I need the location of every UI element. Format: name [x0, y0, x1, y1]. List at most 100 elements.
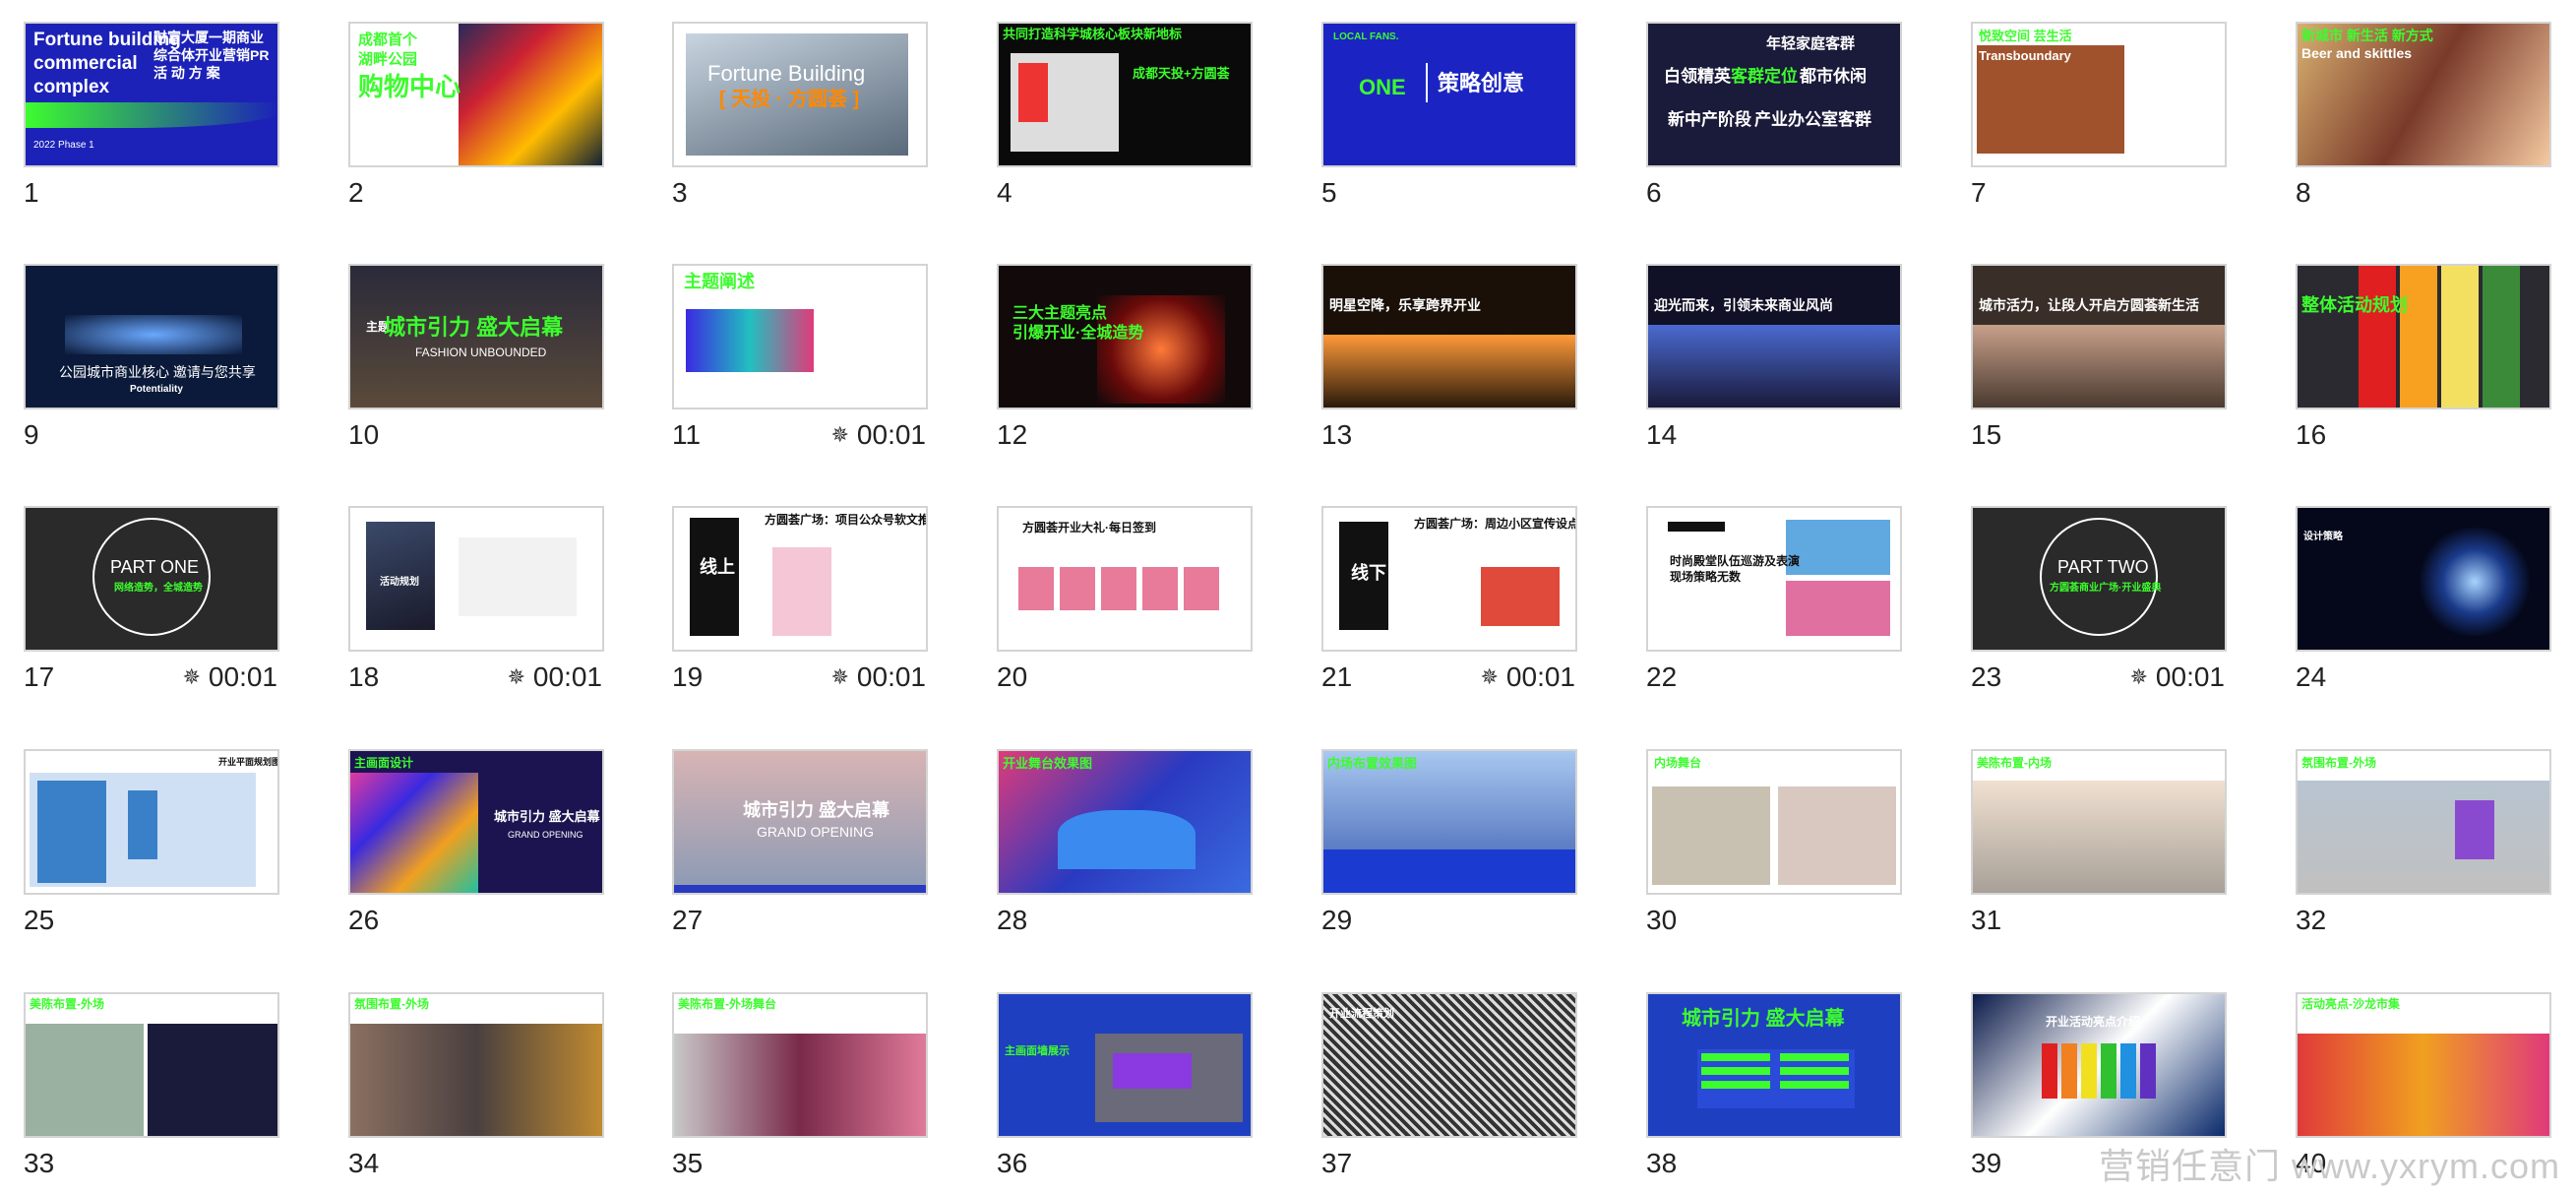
- slide-thumbnail-24[interactable]: 设计策略 24: [2296, 506, 2551, 692]
- slide-preview[interactable]: 明星空降，乐享跨界开业: [1321, 264, 1577, 409]
- slide-thumbnail-10[interactable]: 主题 城市引力 盛大启幕 FASHION UNBOUNDED 10: [348, 264, 604, 450]
- slide-thumbnail-4[interactable]: 共同打造科学城核心板块新地标 成都天投+方圆荟 4: [997, 22, 1253, 208]
- slide-thumbnail-19[interactable]: 方圆荟广场：项目公众号软文推广 线上 19 ✵ 00:01: [672, 506, 928, 692]
- slide-thumbnail-31[interactable]: 美陈布置-内场 31: [1971, 749, 2227, 935]
- transition-timing[interactable]: ✵ 00:01: [1480, 661, 1575, 693]
- slide-thumbnail-26[interactable]: 主画面设计 城市引力 盛大启幕 GRAND OPENING 26: [348, 749, 604, 935]
- slide-thumbnail-30[interactable]: 内场舞台 30: [1646, 749, 1902, 935]
- slide-preview[interactable]: PART TWO 方圆荟商业广场·开业盛典: [1971, 506, 2227, 652]
- slide-thumbnail-1[interactable]: Fortune building commercial complex 财富大厦一期商…: [24, 22, 279, 208]
- slide-preview[interactable]: 美陈布置-外场: [24, 992, 279, 1138]
- transition-timing[interactable]: ✵ 00:01: [830, 661, 926, 693]
- slide-preview[interactable]: 开业活动亮点介绍: [1971, 992, 2227, 1138]
- slide-number: 24: [2296, 661, 2327, 692]
- slide-thumbnail-32[interactable]: 氛围布置-外场 32: [2296, 749, 2551, 935]
- slide-thumbnail-15[interactable]: 城市活力，让段人开启方圆荟新生活 15: [1971, 264, 2227, 450]
- slide-thumbnail-14[interactable]: 迎光而来，引领未来商业风尚 14: [1646, 264, 1902, 450]
- transition-timing[interactable]: ✵ 00:01: [830, 419, 926, 451]
- animation-star-icon[interactable]: ✵: [2129, 664, 2147, 690]
- slide-thumbnail-9[interactable]: 公园城市商业核心 邀请与您共享 Potentiality 9: [24, 264, 279, 450]
- slide-text: 城市活力，让段人开启方圆荟新生活: [1979, 297, 2199, 313]
- slide-thumbnail-40[interactable]: 活动亮点-沙龙市集 40: [2296, 992, 2551, 1178]
- animation-star-icon[interactable]: ✵: [507, 664, 524, 690]
- slide-preview[interactable]: 氛围布置-外场: [2296, 749, 2551, 895]
- slide-preview[interactable]: LOCAL FANS. ONE 策略创意: [1321, 22, 1577, 167]
- slide-thumbnail-37[interactable]: 开业流程策划 37: [1321, 992, 1577, 1178]
- slide-thumbnail-16[interactable]: 整体活动规划 16: [2296, 264, 2551, 450]
- slide-preview[interactable]: 内场舞台: [1646, 749, 1902, 895]
- slide-preview[interactable]: 主画面墙展示: [997, 992, 1253, 1138]
- slide-preview[interactable]: 城市活力，让段人开启方圆荟新生活: [1971, 264, 2227, 409]
- slide-thumbnail-33[interactable]: 美陈布置-外场 33: [24, 992, 279, 1178]
- slide-thumbnail-36[interactable]: 主画面墙展示 36: [997, 992, 1253, 1178]
- slide-preview[interactable]: 活动规划: [348, 506, 604, 652]
- slide-graphic: [1780, 1053, 1849, 1061]
- slide-preview[interactable]: 整体活动规划: [2296, 264, 2551, 409]
- animation-star-icon[interactable]: ✵: [1480, 664, 1498, 690]
- slide-thumbnail-18[interactable]: 活动规划 18 ✵ 00:01: [348, 506, 604, 692]
- slide-thumbnail-22[interactable]: 时尚殿堂队伍巡游及表演 现场策略无数 22: [1646, 506, 1902, 692]
- slide-preview[interactable]: 活动亮点-沙龙市集: [2296, 992, 2551, 1138]
- slide-thumbnail-34[interactable]: 氛围布置-外场 34: [348, 992, 604, 1178]
- slide-number: 18: [348, 661, 380, 692]
- slide-thumbnail-38[interactable]: 城市引力 盛大启幕 38: [1646, 992, 1902, 1178]
- slide-preview[interactable]: 城市引力 盛大启幕: [1646, 992, 1902, 1138]
- slide-preview[interactable]: 主画面设计 城市引力 盛大启幕 GRAND OPENING: [348, 749, 604, 895]
- transition-timing[interactable]: ✵ 00:01: [507, 661, 602, 693]
- slide-graphic: [686, 309, 814, 372]
- slide-thumbnail-8[interactable]: 新城市 新生活 新方式 Beer and skittles 8: [2296, 22, 2551, 208]
- slide-thumbnail-39[interactable]: 开业活动亮点介绍 39: [1971, 992, 2227, 1178]
- slide-thumbnail-20[interactable]: 方圆荟开业大礼·每日签到 20: [997, 506, 1253, 692]
- slide-preview[interactable]: Fortune building commercial complex 财富大厦一期商…: [24, 22, 279, 167]
- slide-thumbnail-6[interactable]: 年轻家庭客群 白领精英 客群定位 都市休闲 新中产阶段 产业办公室客群 6: [1646, 22, 1902, 208]
- slide-preview[interactable]: 时尚殿堂队伍巡游及表演 现场策略无数: [1646, 506, 1902, 652]
- slide-preview[interactable]: 主题 城市引力 盛大启幕 FASHION UNBOUNDED: [348, 264, 604, 409]
- slide-preview[interactable]: 方圆荟广场：周边小区宣传设点 线下: [1321, 506, 1577, 652]
- slide-preview[interactable]: 方圆荟广场：项目公众号软文推广 线上: [672, 506, 928, 652]
- slide-preview[interactable]: 开业流程策划: [1321, 992, 1577, 1138]
- slide-graphic: [1058, 810, 1196, 869]
- slide-thumbnail-25[interactable]: 开业平面规划图 25: [24, 749, 279, 935]
- animation-star-icon[interactable]: ✵: [182, 664, 200, 690]
- slide-thumbnail-13[interactable]: 明星空降，乐享跨界开业 13: [1321, 264, 1577, 450]
- slide-preview[interactable]: 内场布置效果图: [1321, 749, 1577, 895]
- transition-timing[interactable]: ✵ 00:01: [182, 661, 277, 693]
- slide-preview[interactable]: 成都首个 湖畔公园 购物中心: [348, 22, 604, 167]
- slide-number: 8: [2296, 177, 2311, 208]
- slide-preview[interactable]: 美陈布置-外场舞台: [672, 992, 928, 1138]
- slide-preview[interactable]: 城市引力 盛大启幕 GRAND OPENING: [672, 749, 928, 895]
- slide-preview[interactable]: 三大主题亮点 引爆开业·全城造势: [997, 264, 1253, 409]
- slide-preview[interactable]: 开业舞台效果图: [997, 749, 1253, 895]
- animation-star-icon[interactable]: ✵: [830, 664, 848, 690]
- slide-thumbnail-35[interactable]: 美陈布置-外场舞台 35: [672, 992, 928, 1178]
- slide-preview[interactable]: Fortune Building [ 天投 · 方圆荟 ]: [672, 22, 928, 167]
- slide-thumbnail-29[interactable]: 内场布置效果图 29: [1321, 749, 1577, 935]
- slide-thumbnail-11[interactable]: 主题阐述 11 ✵ 00:01: [672, 264, 928, 450]
- slide-preview[interactable]: 开业平面规划图: [24, 749, 279, 895]
- animation-star-icon[interactable]: ✵: [830, 422, 848, 448]
- slide-graphic: [366, 522, 435, 630]
- slide-preview[interactable]: 年轻家庭客群 白领精英 客群定位 都市休闲 新中产阶段 产业办公室客群: [1646, 22, 1902, 167]
- slide-preview[interactable]: 悦致空间 芸生活 Transboundary: [1971, 22, 2227, 167]
- slide-thumbnail-5[interactable]: LOCAL FANS. ONE 策略创意 5: [1321, 22, 1577, 208]
- slide-thumbnail-17[interactable]: PART ONE 网络造势，全城造势 17 ✵ 00:01: [24, 506, 279, 692]
- slide-thumbnail-12[interactable]: 三大主题亮点 引爆开业·全城造势 12: [997, 264, 1253, 450]
- slide-thumbnail-28[interactable]: 开业舞台效果图 28: [997, 749, 1253, 935]
- slide-preview[interactable]: 方圆荟开业大礼·每日签到: [997, 506, 1253, 652]
- slide-preview[interactable]: 主题阐述: [672, 264, 928, 409]
- slide-preview[interactable]: 设计策略: [2296, 506, 2551, 652]
- slide-thumbnail-23[interactable]: PART TWO 方圆荟商业广场·开业盛典 23 ✵ 00:01: [1971, 506, 2227, 692]
- slide-preview[interactable]: PART ONE 网络造势，全城造势: [24, 506, 279, 652]
- slide-thumbnail-27[interactable]: 城市引力 盛大启幕 GRAND OPENING 27: [672, 749, 928, 935]
- slide-preview[interactable]: 新城市 新生活 新方式 Beer and skittles: [2296, 22, 2551, 167]
- slide-preview[interactable]: 美陈布置-内场: [1971, 749, 2227, 895]
- slide-thumbnail-2[interactable]: 成都首个 湖畔公园 购物中心 2: [348, 22, 604, 208]
- slide-thumbnail-3[interactable]: Fortune Building [ 天投 · 方圆荟 ] 3: [672, 22, 928, 208]
- slide-thumbnail-7[interactable]: 悦致空间 芸生活 Transboundary 7: [1971, 22, 2227, 208]
- slide-preview[interactable]: 氛围布置-外场: [348, 992, 604, 1138]
- slide-preview[interactable]: 公园城市商业核心 邀请与您共享 Potentiality: [24, 264, 279, 409]
- slide-thumbnail-21[interactable]: 方圆荟广场：周边小区宣传设点 线下 21 ✵ 00:01: [1321, 506, 1577, 692]
- transition-timing[interactable]: ✵ 00:01: [2129, 661, 2225, 693]
- slide-preview[interactable]: 迎光而来，引领未来商业风尚: [1646, 264, 1902, 409]
- slide-preview[interactable]: 共同打造科学城核心板块新地标 成都天投+方圆荟: [997, 22, 1253, 167]
